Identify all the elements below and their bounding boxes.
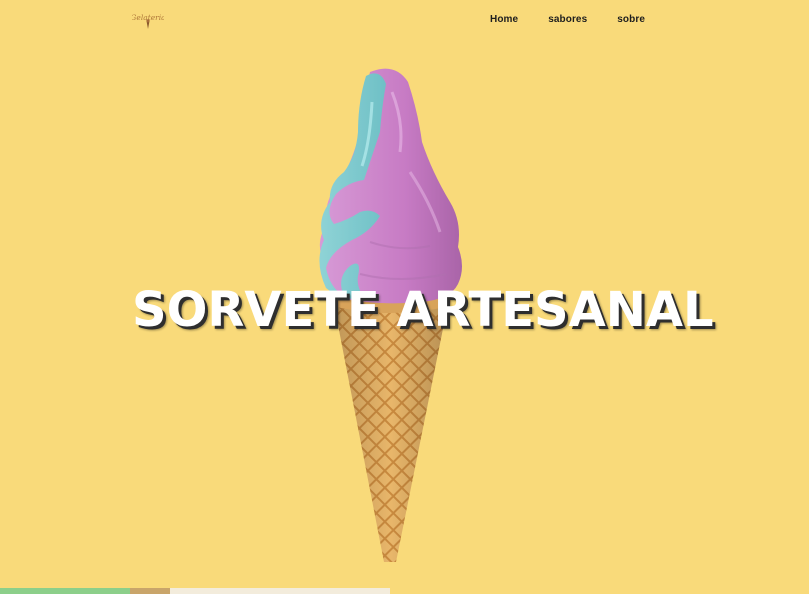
next-section-preview xyxy=(0,588,390,594)
main-nav: Home sabores sobre xyxy=(490,14,645,25)
ice-cream-cone-icon: Gelateria xyxy=(130,13,166,29)
nav-link-sabores[interactable]: sabores xyxy=(548,14,587,25)
nav-link-sobre[interactable]: sobre xyxy=(617,14,645,25)
page: Gelateria Home sabores sobre SORVETE ART… xyxy=(0,0,809,594)
nav-link-home[interactable]: Home xyxy=(490,14,518,25)
hero-title: SORVETE ARTESANAL xyxy=(132,282,714,338)
logo[interactable]: Gelateria xyxy=(130,10,166,32)
